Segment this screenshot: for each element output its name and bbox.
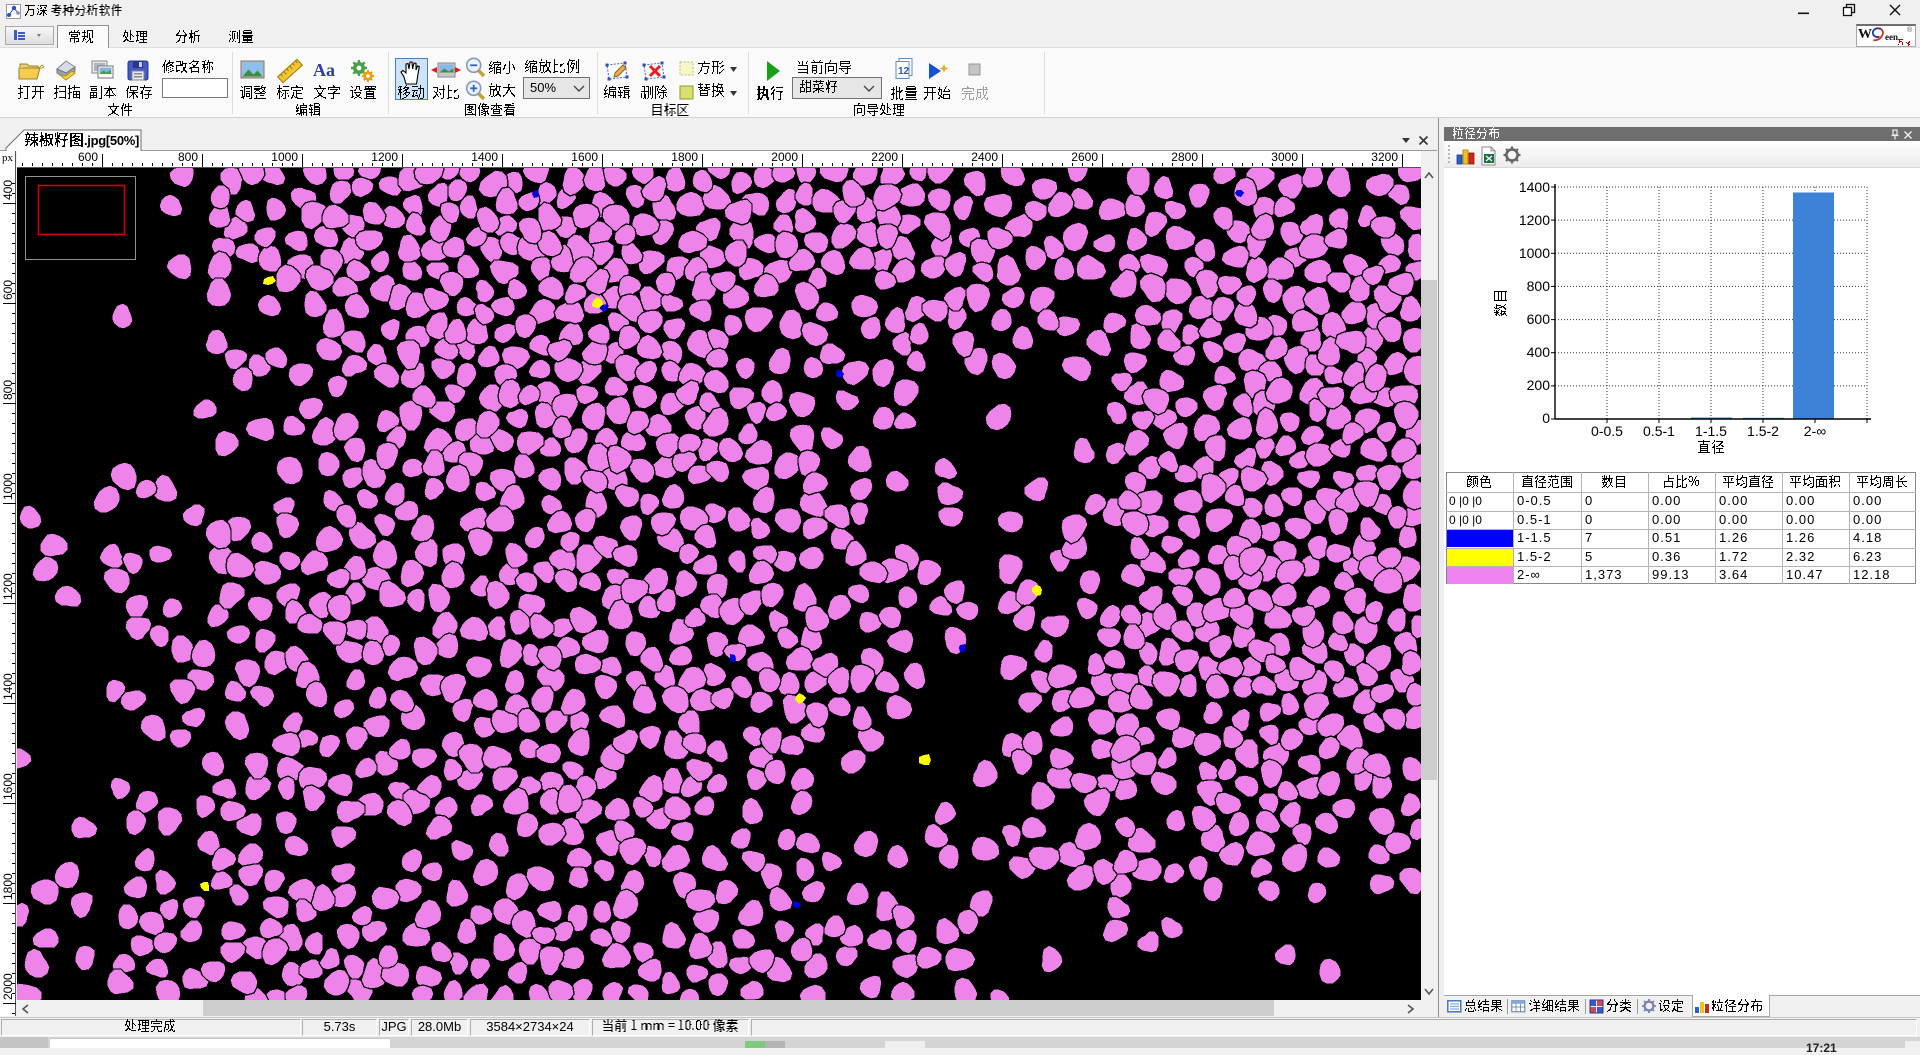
svg-text:12: 12 <box>898 66 910 77</box>
